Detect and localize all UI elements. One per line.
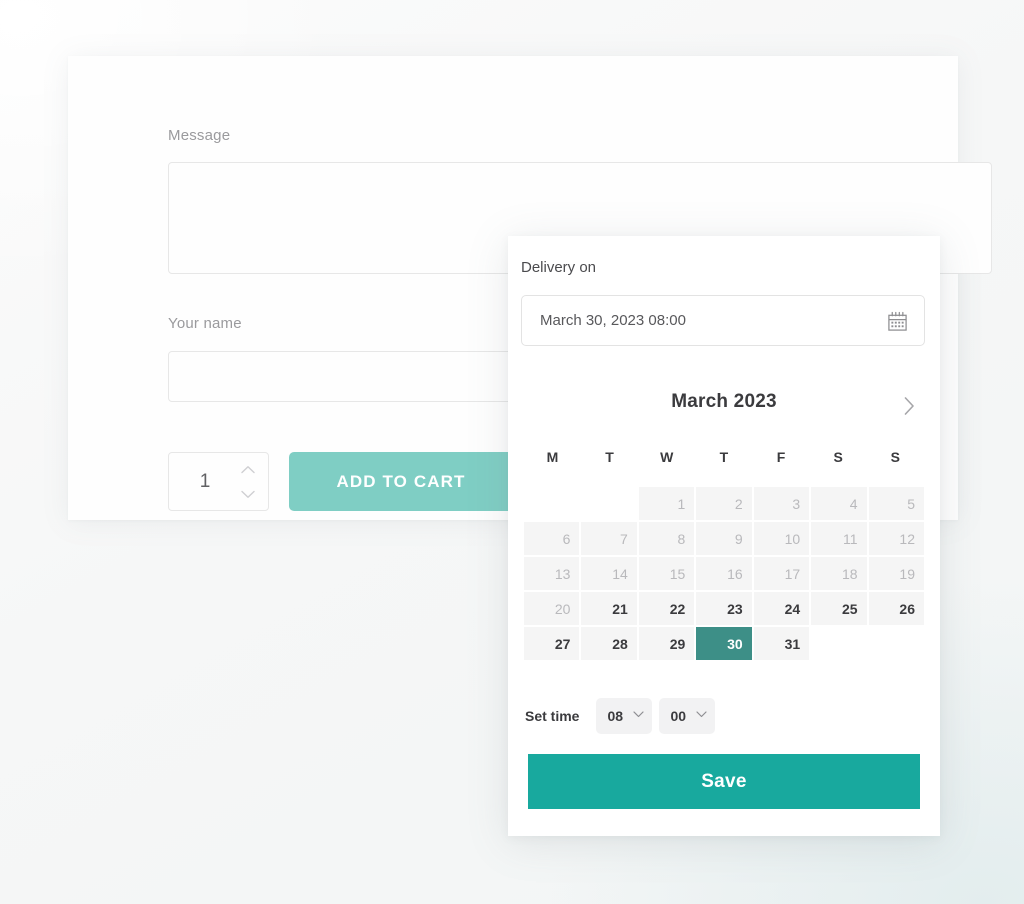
- minute-select[interactable]: 00: [659, 698, 716, 734]
- calendar-day-2: 2: [696, 487, 752, 520]
- weekday-header: S: [833, 449, 844, 465]
- calendar-day-5: 5: [868, 487, 924, 520]
- calendar-day-22[interactable]: 22: [638, 592, 695, 625]
- date-picker-panel: Delivery on March 30, 2023 08:00 March 2…: [508, 236, 940, 836]
- weekday-header: T: [719, 449, 729, 465]
- calendar-day-26[interactable]: 26: [868, 592, 924, 625]
- calendar-day-13: 13: [524, 557, 580, 590]
- minute-value: 00: [670, 708, 687, 724]
- calendar-day-4: 4: [811, 487, 867, 520]
- weekday-header: F: [776, 449, 786, 465]
- chevron-down-icon: [633, 711, 645, 718]
- weekday-header: S: [890, 449, 901, 465]
- calendar-day-6: 6: [524, 522, 580, 555]
- set-time-row: Set time 08 00: [525, 698, 722, 734]
- calendar-icon[interactable]: [887, 311, 908, 332]
- calendar-month-title: March 2023: [671, 391, 777, 412]
- calendar-day-24[interactable]: 24: [753, 592, 810, 625]
- set-time-label: Set time: [525, 708, 580, 724]
- delivery-on-label: Delivery on: [521, 259, 597, 276]
- calendar-day-19: 19: [868, 557, 924, 590]
- weekday-header: W: [660, 449, 674, 465]
- calendar-day-8: 8: [638, 522, 695, 555]
- calendar-day-25[interactable]: 25: [811, 592, 867, 625]
- calendar-blank-cell: [581, 487, 636, 520]
- calendar-day-27[interactable]: 27: [524, 627, 580, 660]
- calendar-day-11: 11: [811, 522, 867, 555]
- calendar-day-14: 14: [581, 557, 637, 590]
- calendar-day-23[interactable]: 23: [696, 592, 752, 625]
- quantity-spinner[interactable]: [240, 465, 256, 499]
- weekday-header: T: [605, 449, 615, 465]
- delivery-date-input[interactable]: March 30, 2023 08:00: [521, 295, 925, 346]
- stepper-down-icon[interactable]: [241, 490, 255, 499]
- add-to-cart-button[interactable]: ADD TO CART: [289, 452, 513, 511]
- stepper-up-icon[interactable]: [241, 465, 255, 474]
- quantity-stepper[interactable]: 1: [168, 452, 269, 511]
- calendar-day-10: 10: [753, 522, 810, 555]
- calendar-day-31[interactable]: 31: [753, 627, 810, 660]
- calendar-days-grid[interactable]: 1 2 3 4 5 6 7 8 9 10 11 12 13 14 15 16 17 18 19 20 21 22 23 24 2…: [524, 487, 924, 660]
- calendar-day-1: 1: [638, 487, 695, 520]
- quantity-value[interactable]: 1: [169, 453, 241, 510]
- calendar-blank-cell: [524, 487, 579, 520]
- calendar-weekday-row: MTWTFSS: [524, 449, 924, 465]
- calendar-day-21[interactable]: 21: [581, 592, 637, 625]
- calendar-day-12: 12: [868, 522, 924, 555]
- page-root: Message Your name 1 ADD TO CART Delivery…: [0, 0, 1024, 904]
- your-name-label: Your name: [168, 315, 242, 332]
- calendar-day-7: 7: [581, 522, 637, 555]
- chevron-down-icon: [696, 711, 708, 718]
- calendar-day-29[interactable]: 29: [638, 627, 695, 660]
- calendar-day-3: 3: [753, 487, 810, 520]
- calendar-day-20: 20: [524, 592, 580, 625]
- calendar-day-18: 18: [811, 557, 867, 590]
- calendar-day-15: 15: [638, 557, 695, 590]
- calendar-day-9: 9: [696, 522, 752, 555]
- calendar-month-header: March 2023: [508, 391, 940, 425]
- save-button[interactable]: Save: [528, 754, 920, 809]
- message-label: Message: [168, 127, 231, 144]
- calendar-day-17: 17: [753, 557, 810, 590]
- calendar-day-30[interactable]: 30: [696, 627, 752, 660]
- delivery-date-value: March 30, 2023 08:00: [540, 312, 686, 329]
- weekday-header: M: [546, 449, 559, 465]
- hour-select[interactable]: 08: [596, 698, 653, 734]
- chevron-right-icon: [904, 397, 914, 415]
- calendar-day-16: 16: [696, 557, 752, 590]
- hour-value: 08: [607, 708, 624, 724]
- calendar-day-28[interactable]: 28: [581, 627, 637, 660]
- next-month-button[interactable]: [896, 393, 922, 419]
